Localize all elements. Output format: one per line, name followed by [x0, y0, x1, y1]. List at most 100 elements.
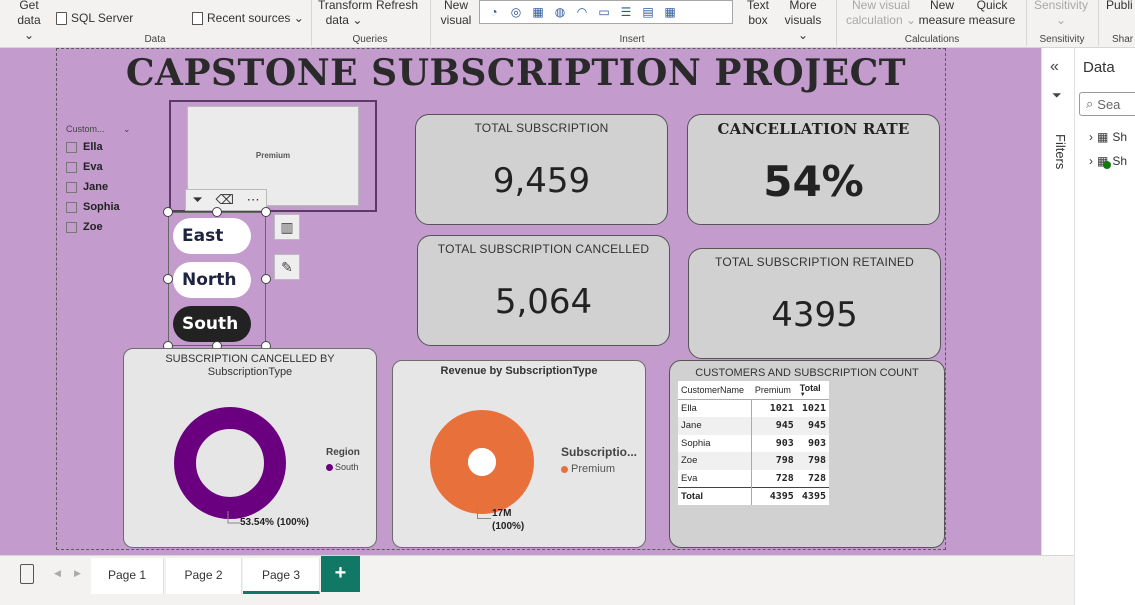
table-row[interactable]: Zoe 798 798 [678, 452, 829, 470]
build-visual-icon[interactable]: ▥ [274, 214, 300, 240]
revenue-by-type-chart[interactable]: Revenue by SubscriptionType 17M (100%) S… [392, 360, 646, 548]
get-data-label-2: data ⌄ [17, 13, 41, 42]
slicer-option-ella[interactable]: Ella [66, 141, 103, 153]
tab-page-3[interactable]: Page 3 [243, 558, 320, 594]
scroll-right-icon[interactable]: ▶ [74, 568, 81, 579]
map-icon[interactable]: ◍ [552, 4, 568, 20]
table-icon[interactable]: ▤ [640, 4, 656, 20]
check-badge-icon [1103, 161, 1111, 169]
get-data-button[interactable]: Get data ⌄ [12, 0, 46, 43]
quick-measure-button[interactable]: Quick measure [967, 0, 1017, 28]
scroll-left-icon[interactable]: ◀ [54, 568, 61, 579]
table-row[interactable]: Ella 1021 1021 [678, 399, 829, 417]
matrix-icon[interactable]: ▦ [662, 4, 678, 20]
donut-data-label: 53.54% (100%) [240, 517, 309, 528]
cancelled-by-type-chart[interactable]: SUBSCRIPTION CANCELLED BY SubscriptionTy… [123, 348, 377, 548]
recent-sources-button[interactable]: Recent sources ⌄ [192, 11, 304, 26]
data-table-item[interactable]: › ▦ Sh [1089, 154, 1127, 169]
slicer-option-sophia[interactable]: Sophia [66, 201, 120, 213]
page-tab-bar: ◀ ▶ Page 1 Page 2 Page 3 + [0, 555, 1074, 605]
slicer-pill-east[interactable]: East [173, 218, 251, 254]
table-row[interactable]: Sophia 903 903 [678, 434, 829, 452]
table-row[interactable]: Jane 945 945 [678, 417, 829, 435]
customer-slicer-header[interactable]: Custom... ⌄ [66, 124, 131, 135]
text-box-button[interactable]: Text box [744, 0, 772, 28]
sql-server-button[interactable]: SQL Server [56, 11, 133, 26]
chevron-down-icon: ⌄ [123, 124, 131, 134]
new-visual-button[interactable]: New visual [437, 0, 475, 28]
table-row[interactable]: Eva 728 728 [678, 469, 829, 487]
tab-page-1[interactable]: Page 1 [91, 558, 164, 594]
slicer-option-label: Sophia [83, 201, 120, 213]
cell-premium: 1021 [769, 403, 794, 414]
legend-item[interactable]: South [326, 462, 359, 472]
resize-handle[interactable] [261, 274, 271, 284]
tab-page-2[interactable]: Page 2 [166, 558, 242, 594]
legend-item-label: South [335, 462, 359, 472]
filters-pane[interactable]: « ⏷ Filters [1041, 48, 1074, 555]
publish-button[interactable]: Publi [1106, 0, 1135, 13]
refresh-button[interactable]: Refresh [375, 0, 419, 13]
treemap-icon[interactable]: ▦ [530, 4, 546, 20]
arc-gauge-icon[interactable]: ◠ [574, 4, 590, 20]
multirow-card-icon[interactable]: ☰ [618, 4, 634, 20]
group-label-queries: Queries [352, 34, 388, 45]
text-box-label-1: Text [746, 0, 769, 12]
new-visual-calculation-button[interactable]: New visual calculation ⌄ [845, 0, 917, 28]
slicer-option-zoe[interactable]: Zoe [66, 221, 103, 233]
column-header-premium[interactable]: Premium [751, 381, 797, 400]
new-measure-label-1: New [929, 0, 954, 12]
slicer-option-jane[interactable]: Jane [66, 181, 108, 193]
format-visual-icon[interactable]: ✎ [274, 254, 300, 280]
new-measure-button[interactable]: New measure [918, 0, 966, 28]
pie-data-label: 17M (100%) [492, 507, 524, 533]
more-options-icon[interactable]: ⋯ [247, 192, 260, 208]
cell-total: 798 [796, 452, 829, 470]
new-visual-label-2: visual [440, 13, 472, 27]
more-visuals-button[interactable]: More visuals ⌄ [778, 0, 828, 43]
resize-handle[interactable] [261, 207, 271, 217]
eraser-icon[interactable]: ⌫ [216, 192, 234, 208]
pie-data-label-pct: (100%) [492, 521, 525, 532]
cell-premium: 945 [751, 417, 797, 435]
data-pane[interactable]: Data ⌕ Sea › ▦ Sh › ▦ Sh [1074, 48, 1135, 605]
gauge-chart-icon[interactable]: ◔ [486, 4, 502, 20]
column-header-total[interactable]: Total ▼ [796, 381, 829, 400]
total-subscription-card[interactable]: TOTAL SUBSCRIPTION 9,459 [415, 114, 668, 225]
total-retained-card[interactable]: TOTAL SUBSCRIPTION RETAINED 4395 [688, 248, 941, 359]
cell-total-premium: 4395 [751, 486, 797, 505]
donut-chart-icon[interactable]: ◎ [508, 4, 524, 20]
group-label-data: Data [144, 34, 166, 45]
customers-table[interactable]: CustomerName Premium Total ▼ Ella 1021 10… [678, 381, 829, 505]
add-page-button[interactable]: + [321, 556, 360, 592]
checkbox-icon[interactable] [66, 181, 77, 193]
checkbox-icon[interactable] [66, 141, 77, 153]
mobile-layout-icon[interactable] [20, 564, 34, 584]
group-label-insert: Insert [619, 34, 645, 45]
total-cancelled-card[interactable]: TOTAL SUBSCRIPTION CANCELLED 5,064 [417, 235, 670, 346]
resize-handle[interactable] [212, 207, 222, 217]
filter-icon[interactable]: ⏷ [192, 192, 202, 208]
slice-south[interactable] [174, 407, 286, 519]
sensitivity-button[interactable]: Sensitivity ⌄ [1030, 0, 1092, 28]
resize-handle[interactable] [163, 207, 173, 217]
card-icon[interactable]: ▭ [596, 4, 612, 20]
column-header-customer[interactable]: CustomerName [678, 381, 752, 400]
visual-gallery[interactable]: ◔ ◎ ▦ ◍ ◠ ▭ ☰ ▤ ▦ [479, 0, 733, 24]
transform-data-button[interactable]: Transform data ⌄ [318, 0, 372, 28]
data-table-item[interactable]: › ▦ Sh [1089, 130, 1127, 144]
checkbox-icon[interactable] [66, 221, 77, 233]
slicer-pill-north[interactable]: North [173, 262, 251, 298]
slicer-option-eva[interactable]: Eva [66, 161, 103, 173]
cancellation-rate-card[interactable]: CANCELLATION RATE 54% [687, 114, 940, 225]
cell-total: 945 [796, 417, 829, 435]
checkbox-icon[interactable] [66, 161, 77, 173]
checkbox-icon[interactable] [66, 201, 77, 213]
filters-pane-label[interactable]: Filters [1053, 134, 1068, 174]
card-title: CANCELLATION RATE [717, 120, 910, 138]
collapse-chevrons-icon[interactable]: « [1050, 58, 1059, 76]
search-input[interactable]: ⌕ Sea [1079, 92, 1135, 116]
slicer-pill-south[interactable]: South [173, 306, 251, 342]
legend-item[interactable]: Premium [561, 463, 615, 475]
resize-handle[interactable] [163, 274, 173, 284]
